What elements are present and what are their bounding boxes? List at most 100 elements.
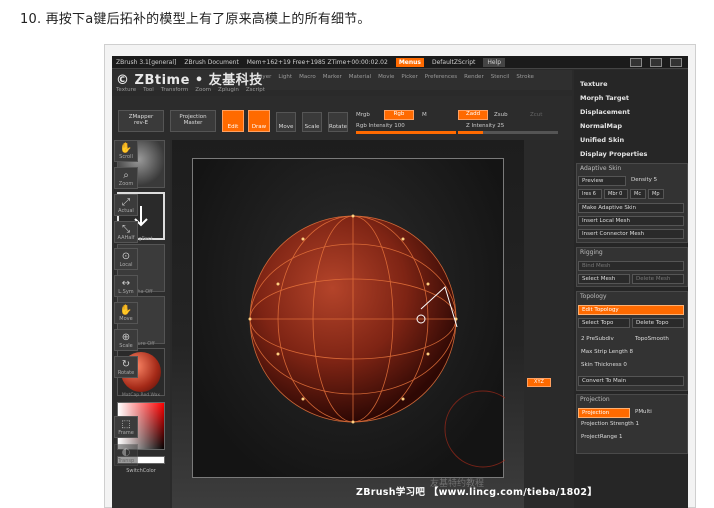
rotate-button[interactable]: Rotate — [328, 112, 348, 132]
zmapper-button[interactable]: ZMapper rev-E — [118, 110, 164, 132]
z-intensity-label: Z Intensity 25 — [466, 123, 505, 129]
edit-button[interactable]: Edit — [222, 110, 244, 132]
make-adaptive-skin-button[interactable]: Make Adaptive Skin — [578, 203, 684, 213]
menu-light[interactable]: Light — [278, 74, 292, 80]
projection-master-button[interactable]: Projection Master — [170, 110, 216, 132]
project-range-slider[interactable]: ProjectRange 1 — [578, 433, 684, 443]
max-strip-length-slider[interactable]: Max Strip Length 8 — [578, 348, 684, 358]
xyz-toggle[interactable]: XYZ — [527, 378, 551, 387]
draw-button[interactable]: Draw — [248, 110, 270, 132]
preview-button[interactable]: Preview — [578, 176, 626, 186]
select-topo-button[interactable]: Select Topo — [578, 318, 630, 328]
mc-toggle[interactable]: Mc — [630, 189, 646, 199]
topology-title[interactable]: Topology — [580, 293, 607, 300]
menu-material[interactable]: Material — [349, 74, 371, 80]
transp-label: Transp — [117, 458, 135, 464]
toposmooth-slider[interactable]: TopoSmooth — [632, 335, 684, 345]
close-icon[interactable] — [670, 58, 682, 67]
actual-label: Actual — [118, 208, 134, 214]
normalmap-subpalette[interactable]: NormalMap — [580, 122, 622, 130]
density-slider[interactable]: Density 5 — [628, 176, 684, 186]
menu-zscript[interactable]: Zscript — [246, 87, 265, 93]
menu-render[interactable]: Render — [464, 74, 484, 80]
select-mesh-button[interactable]: Select Mesh — [578, 274, 630, 284]
delete-topo-button[interactable]: Delete Topo — [632, 318, 684, 328]
draw-label: Draw — [251, 124, 267, 130]
mp-toggle[interactable]: Mp — [648, 189, 664, 199]
bind-mesh-button[interactable]: Bind Mesh — [578, 261, 684, 271]
menu-texture[interactable]: Texture — [116, 87, 136, 93]
menu-stroke[interactable]: Stroke — [516, 74, 534, 80]
menu-macro[interactable]: Macro — [299, 74, 316, 80]
zadd-toggle[interactable]: Zadd — [458, 110, 488, 120]
menu-row-1: Layer Light Macro Marker Material Movie … — [256, 74, 534, 80]
rigging-title[interactable]: Rigging — [580, 249, 603, 256]
convert-to-main-button[interactable]: Convert To Main — [578, 376, 684, 386]
zbrush-window: ZBrush 3.1[general] ZBrush Document Mem+… — [112, 56, 688, 508]
menu-row-2: Texture Tool Transform Zoom Zplugin Zscr… — [116, 87, 265, 93]
rotate-label: Rotate — [329, 124, 348, 130]
insert-connector-mesh-button[interactable]: Insert Connector Mesh — [578, 229, 684, 239]
zmapper-sub: rev-E — [133, 120, 149, 126]
texture-subpalette[interactable]: Texture — [580, 80, 608, 88]
z-intensity-slider[interactable] — [458, 131, 558, 134]
projection-toggle[interactable]: Projection — [578, 408, 630, 418]
unified-skin-subpalette[interactable]: Unified Skin — [580, 136, 624, 144]
menu-marker[interactable]: Marker — [323, 74, 342, 80]
menu-zoom[interactable]: Zoom — [195, 87, 211, 93]
skin-thickness-slider[interactable]: Skin Thickness 0 — [578, 361, 684, 371]
menus-button[interactable]: Menus — [395, 57, 424, 67]
aahalf-label: AAHalf — [117, 235, 135, 241]
canvas-area[interactable] — [192, 158, 522, 479]
menu-movie[interactable]: Movie — [378, 74, 394, 80]
move-view-label: Move — [119, 316, 133, 322]
pmulti-toggle[interactable]: PMulti — [632, 408, 662, 418]
menu-preferences[interactable]: Preferences — [425, 74, 457, 80]
adaptive-skin-title[interactable]: Adaptive Skin — [580, 165, 621, 172]
material-tile-label: MatCap Red Wax — [121, 393, 161, 398]
scale-view-label: Scale — [119, 343, 133, 349]
switch-color-button[interactable]: SwitchColor — [112, 468, 170, 474]
maximize-icon[interactable] — [650, 58, 662, 67]
menu-transform[interactable]: Transform — [161, 87, 188, 93]
display-properties-subpalette[interactable]: Display Properties — [580, 150, 647, 158]
default-zscript-button[interactable]: DefaultZScript — [432, 59, 475, 66]
menu-zplugin[interactable]: Zplugin — [218, 87, 239, 93]
projection-strength-slider[interactable]: Projection Strength 1 — [578, 420, 684, 430]
lsym-label: L.Sym — [118, 289, 134, 295]
menu-picker[interactable]: Picker — [401, 74, 417, 80]
menu-stencil[interactable]: Stencil — [491, 74, 510, 80]
move-button[interactable]: Move — [276, 112, 296, 132]
scale-label: Scale — [304, 124, 320, 130]
topology-sphere-model[interactable] — [193, 159, 522, 479]
menu-tool[interactable]: Tool — [143, 87, 154, 93]
projection-title[interactable]: Projection — [580, 396, 610, 403]
insert-local-mesh-button[interactable]: Insert Local Mesh — [578, 216, 684, 226]
delete-mesh-button[interactable]: Delete Mesh — [632, 274, 684, 284]
zcut-toggle[interactable]: Zcut — [530, 112, 542, 118]
morph-target-subpalette[interactable]: Morph Target — [580, 94, 629, 102]
zbtime-logo: © ZBtime • 友基科技 — [116, 73, 263, 88]
rgb-intensity-slider[interactable] — [356, 131, 456, 134]
document-viewport[interactable] — [172, 140, 524, 508]
frame-label: Frame — [118, 430, 134, 436]
displacement-subpalette[interactable]: Displacement — [580, 108, 630, 116]
edit-topology-button[interactable]: Edit Topology — [578, 305, 684, 315]
scale-button[interactable]: Scale — [302, 112, 322, 132]
step-caption: 10. 再按下a键后拓补的模型上有了原来高模上的所有细节。 — [20, 12, 371, 27]
rgb-toggle[interactable]: Rgb — [384, 110, 414, 120]
title-bar: ZBrush 3.1[general] ZBrush Document Mem+… — [112, 56, 688, 69]
scroll-label: Scroll — [119, 154, 133, 160]
help-button[interactable]: Help — [483, 57, 506, 67]
mbr-slider[interactable]: Mbr 0 — [604, 189, 628, 199]
memory-readout: Mem+162+19 Free+1985 ZTime+00:00:02.02 — [246, 58, 388, 66]
presubdiv-slider[interactable]: 2 PreSubdiv — [578, 335, 630, 345]
mrgb-toggle[interactable]: Mrgb — [356, 112, 370, 118]
m-toggle[interactable]: M — [422, 112, 427, 118]
rgb-intensity-fill — [356, 131, 456, 134]
zsub-toggle[interactable]: Zsub — [494, 112, 508, 118]
menu-layer[interactable]: Layer — [256, 74, 271, 80]
ires-slider[interactable]: Ires 6 — [578, 189, 602, 199]
minimize-icon[interactable] — [630, 58, 642, 67]
document-title: ZBrush Document — [184, 58, 239, 66]
